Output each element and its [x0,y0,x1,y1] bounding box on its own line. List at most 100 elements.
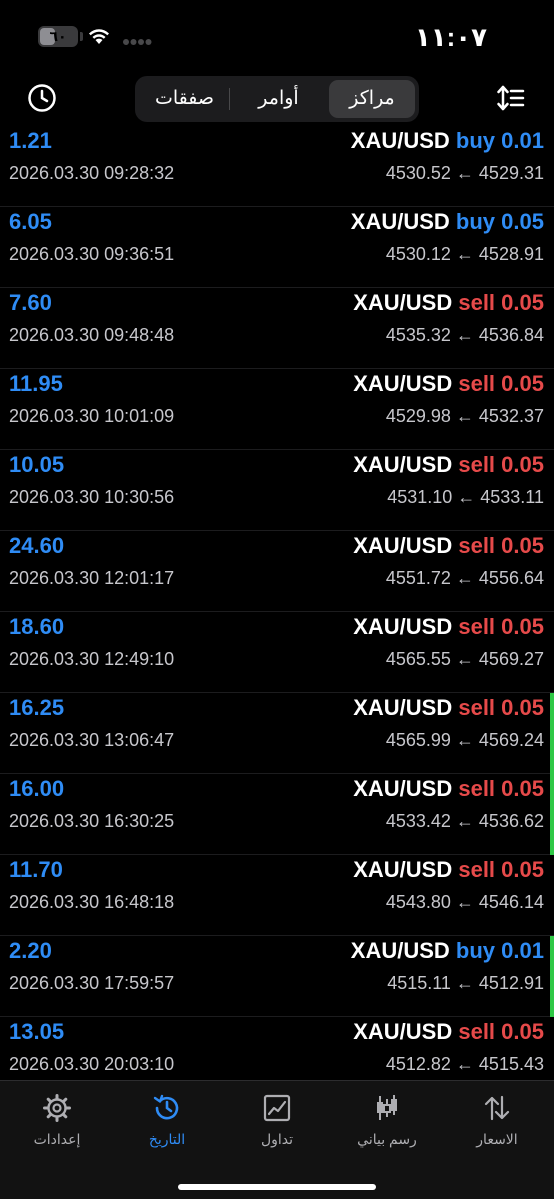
trade-symbol: XAU/USD [353,695,453,720]
trade-profit: 10.05 [9,452,65,477]
tab-settings[interactable]: إعدادات [2,1093,112,1153]
trade-prices: 4543.80 ← 4546.14 [386,892,544,913]
tab-orders[interactable]: أوامر [232,80,325,118]
trade-prices: 4531.10 ← 4533.11 [387,487,544,508]
open-price: 4532.37 [478,406,544,426]
trade-prices: 4530.52 ← 4529.31 [386,163,544,184]
trade-time: 2026.03.30 09:28:32 [9,163,175,183]
trade-title: XAU/USD sell 0.05 [353,614,544,640]
trade-profit: 13.05 [9,1019,65,1044]
trade-profit: 24.60 [9,533,65,558]
trade-volume: 0.01 [501,128,544,153]
left-arrow-icon: ← [455,163,474,183]
trade-prices: 4529.98 ← 4532.37 [386,406,544,427]
trade-title: XAU/USD sell 0.05 [353,452,544,478]
trade-symbol: XAU/USD [353,614,453,639]
candlestick-chart-icon [377,1095,397,1120]
trade-row[interactable]: 6.05 2026.03.30 09:36:51 XAU/USD buy 0.05 4… [0,207,554,288]
tab-history[interactable]: التاريخ [112,1093,222,1153]
trade-side: sell [458,290,496,315]
battery-icon: ٦٠ [38,26,78,47]
trade-title: XAU/USD sell 0.05 [353,290,544,316]
trade-list[interactable]: 1.21 2026.03.30 09:28:32 XAU/USD buy 0.01 4… [0,126,554,1080]
trade-time: 2026.03.30 16:48:18 [9,892,175,912]
trade-row[interactable]: 24.60 2026.03.30 12:01:17 XAU/USD sell 0.0… [0,531,554,612]
status-time: ١١:٠٧ [414,22,487,52]
left-arrow-icon: ← [455,1054,474,1074]
trade-row[interactable]: 11.95 2026.03.30 10:01:09 XAU/USD sell 0.0… [0,369,554,450]
trade-volume: 0.05 [501,290,544,315]
trade-title: XAU/USD sell 0.05 [353,1019,544,1045]
tab-trade[interactable]: تداول [222,1093,332,1153]
open-price: 4529.31 [478,163,544,183]
open-price: 4528.91 [478,244,544,264]
open-price: 4556.64 [478,568,544,588]
trade-title: XAU/USD sell 0.05 [353,695,544,721]
history-icon [153,1094,179,1120]
trade-title: XAU/USD sell 0.05 [353,533,544,559]
trade-side: sell [458,533,496,558]
trade-side: sell [458,452,496,477]
tab-deals[interactable]: صفقات [139,80,230,118]
tab-chart[interactable]: رسم بياني [332,1093,442,1153]
trade-time: 2026.03.30 10:30:56 [9,487,175,507]
close-price: 4531.10 [387,487,453,507]
trade-symbol: XAU/USD [353,1019,453,1044]
trade-time: 2026.03.30 13:06:47 [9,730,175,750]
trade-volume: 0.05 [501,857,544,882]
sort-icon[interactable] [496,84,526,112]
trade-volume: 0.01 [501,938,544,963]
trade-side: sell [458,695,496,720]
tab-bar: الاسعار رسم بياني تداول التاريخ إعدادات [0,1080,554,1199]
status-indicator-bar [550,936,554,1017]
trade-side: sell [458,1019,496,1044]
trade-side: sell [458,371,496,396]
tab-quotes[interactable]: الاسعار [442,1093,552,1153]
trade-title: XAU/USD sell 0.05 [353,371,544,397]
open-price: 4512.91 [478,973,544,993]
trade-profit: 1.21 [9,128,52,153]
trade-title: XAU/USD sell 0.05 [353,776,544,802]
trade-time: 2026.03.30 20:03:10 [9,1054,175,1074]
close-price: 4512.82 [385,1054,451,1074]
trade-symbol: XAU/USD [350,209,450,234]
trade-row[interactable]: 2.20 2026.03.30 17:59:57 XAU/USD buy 0.01 4… [0,936,554,1017]
trade-title: XAU/USD buy 0.05 [351,209,544,235]
trade-symbol: XAU/USD [350,128,450,153]
wifi-icon [89,29,109,44]
trade-volume: 0.05 [501,614,544,639]
trade-profit: 11.95 [9,371,63,396]
header: مراكز أوامر صفقات [0,70,554,126]
left-arrow-icon: ← [455,892,474,912]
close-price: 4565.99 [385,730,451,750]
trade-row[interactable]: 18.60 2026.03.30 12:49:10 XAU/USD sell 0.0… [0,612,554,693]
trade-side: buy [455,128,496,153]
gear-icon [43,1094,71,1122]
trade-row[interactable]: 13.05 2026.03.30 20:03:10 XAU/USD sell 0.0… [0,1017,554,1080]
left-arrow-icon: ← [455,325,474,345]
close-price: 4529.98 [385,406,451,426]
clock-history-icon[interactable] [26,82,58,114]
trade-title: XAU/USD sell 0.05 [353,857,544,883]
trade-symbol: XAU/USD [353,533,453,558]
tab-positions[interactable]: مراكز [329,80,415,118]
trade-row[interactable]: 16.00 2026.03.30 16:30:25 XAU/USD sell 0.0… [0,774,554,855]
close-price: 4533.42 [385,811,451,831]
trade-prices: 4533.42 ← 4536.62 [386,811,544,832]
trade-prices: 4512.82 ← 4515.43 [386,1054,544,1075]
trade-row[interactable]: 1.21 2026.03.30 09:28:32 XAU/USD buy 0.01 4… [0,126,554,207]
trade-volume: 0.05 [501,452,544,477]
left-arrow-icon: ← [455,811,474,831]
open-price: 4533.11 [480,487,544,507]
trade-time: 2026.03.30 16:30:25 [9,811,175,831]
trade-row[interactable]: 11.70 2026.03.30 16:48:18 XAU/USD sell 0.0… [0,855,554,936]
trade-row[interactable]: 10.05 2026.03.30 10:30:56 XAU/USD sell 0.0… [0,450,554,531]
trade-row[interactable]: 16.25 2026.03.30 13:06:47 XAU/USD sell 0.0… [0,693,554,774]
trade-row[interactable]: 7.60 2026.03.30 09:48:48 XAU/USD sell 0.05… [0,288,554,369]
trade-profit: 7.60 [9,290,52,315]
close-price: 4565.55 [385,649,451,669]
trade-side: sell [458,776,496,801]
trade-volume: 0.05 [501,533,544,558]
trade-symbol: XAU/USD [353,290,453,315]
trade-volume: 0.05 [501,695,544,720]
